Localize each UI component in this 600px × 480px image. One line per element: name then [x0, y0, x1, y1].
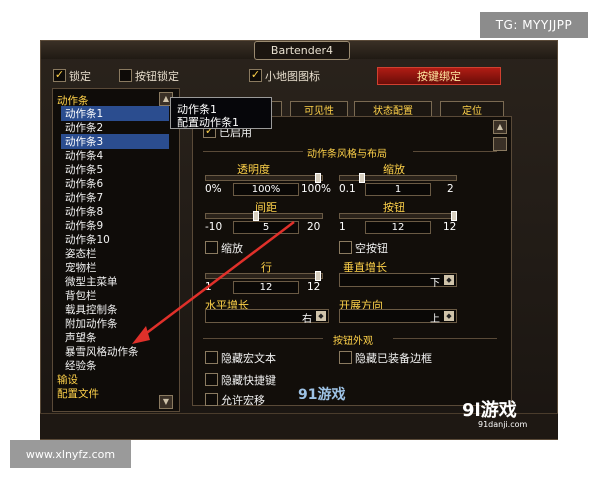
site-tag: www.xlnyfz.com	[10, 440, 131, 468]
arrow-head	[132, 326, 150, 344]
annotation-arrow-icon	[132, 221, 295, 344]
arrow-shaft	[139, 221, 295, 339]
